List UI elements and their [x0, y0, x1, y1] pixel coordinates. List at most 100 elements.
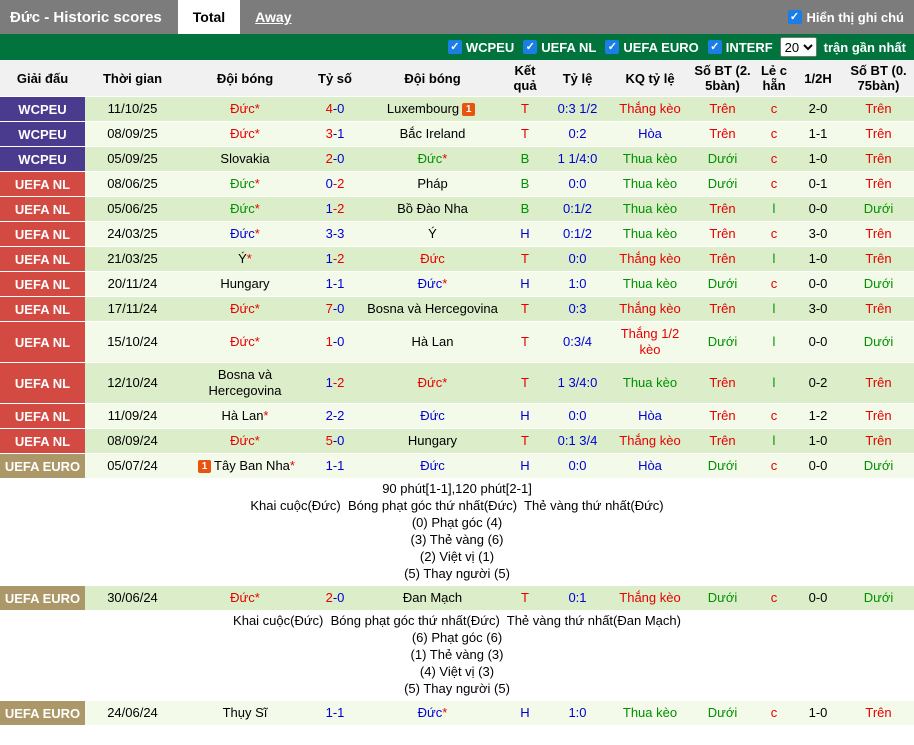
odd-even-value: c — [770, 458, 778, 473]
result-cell: T — [505, 121, 545, 147]
half-time-score-cell: 3-0 — [793, 221, 843, 247]
checkbox-checked-icon[interactable]: ✓ — [787, 10, 802, 24]
home-team-cell: Slovakia — [180, 146, 310, 172]
home-advantage-star: * — [254, 301, 260, 316]
tab-total[interactable]: Total — [177, 0, 241, 34]
over-under-075-cell: Trên — [843, 221, 914, 247]
odd-even-value: c — [770, 226, 778, 241]
show-notes-checkbox[interactable]: ✓ Hiển thị ghi chú — [787, 0, 914, 34]
checkbox-checked-icon[interactable]: ✓ — [447, 40, 462, 54]
over-under-075-cell: Trên — [843, 121, 914, 147]
historic-scores-table: Giải đấu Thời gian Đội bóng Tỷ số Đội bó… — [0, 60, 914, 725]
match-date: 08/09/25 — [85, 121, 180, 147]
over-under-25-value: Dưới — [707, 334, 738, 349]
result-cell: H — [505, 700, 545, 725]
over-under-25-value: Trên — [709, 101, 736, 116]
odd-even-value: c — [770, 151, 778, 166]
odds-result-value: Thua kèo — [622, 151, 678, 166]
half-time-score-cell: 1-0 — [793, 146, 843, 172]
away-team-cell: Luxembourg 1 — [360, 96, 505, 122]
over-under-25-cell: Dưới — [690, 271, 755, 297]
team-name: Đức — [420, 408, 445, 423]
over-under-25-cell: Dưới — [690, 700, 755, 725]
result-cell: T — [505, 362, 545, 404]
team-name: Hà Lan — [411, 334, 454, 349]
odds-result-value: Hòa — [638, 458, 662, 473]
away-score: 1 — [337, 276, 345, 291]
odd-even-cell: c — [755, 221, 793, 247]
filter-uefa-nl[interactable]: ✓ UEFA NL — [523, 40, 596, 55]
home-advantage-star: * — [442, 276, 448, 291]
match-date: 21/03/25 — [85, 246, 180, 272]
odds-cell: 0:3 — [545, 296, 610, 322]
odds-result-cell: Thắng kèo — [610, 96, 690, 122]
recent-count-select[interactable]: 20 — [779, 37, 817, 57]
odds-result-value: Thua kèo — [622, 375, 678, 390]
over-under-075-value: Trên — [865, 375, 892, 390]
odds-result-value: Thắng kèo — [619, 251, 681, 266]
half-time-score-cell: 1-1 — [793, 121, 843, 147]
filter-label: UEFA EURO — [623, 39, 699, 55]
half-time-score-cell: 0-0 — [793, 321, 843, 363]
home-score: 1 — [325, 375, 333, 390]
filter-interf[interactable]: ✓ INTERF — [707, 40, 773, 55]
odds-value: 1:0 — [568, 705, 587, 720]
odds-cell: 0:3 1/2 — [545, 96, 610, 122]
col-score: Tỷ số — [310, 60, 360, 97]
note-line: (6) Phạt góc (6) — [411, 630, 503, 645]
note-line: (3) Thẻ vàng (6) — [410, 532, 504, 547]
home-score: 1 — [325, 705, 333, 720]
odd-even-value: c — [770, 276, 778, 291]
score-cell: 1-1 — [310, 453, 360, 478]
score-cell: 4-0 — [310, 96, 360, 122]
home-score: 3 — [325, 126, 333, 141]
filter-uefa-euro[interactable]: ✓ UEFA EURO — [605, 39, 699, 55]
home-score: 5 — [325, 433, 333, 448]
over-under-25-cell: Dưới — [690, 146, 755, 172]
result-letter: B — [520, 151, 530, 166]
result-letter: B — [520, 201, 530, 216]
result-letter: T — [521, 101, 529, 116]
odd-even-value: c — [770, 705, 778, 720]
away-score: 2 — [337, 201, 345, 216]
league-badge: UEFA NL — [0, 221, 85, 247]
half-time-score-cell: 2-0 — [793, 96, 843, 122]
home-advantage-star: * — [254, 201, 260, 216]
odds-result-cell: Thua kèo — [610, 362, 690, 404]
odds-value: 0:3/4 — [563, 334, 592, 349]
home-advantage-star: * — [254, 226, 260, 241]
over-under-25-value: Trên — [709, 251, 736, 266]
team-name: Hungary — [407, 433, 458, 448]
result-letter: T — [521, 334, 529, 349]
away-score: 2 — [337, 408, 345, 423]
odd-even-value: l — [772, 301, 776, 316]
match-row: WCPEU 11/10/25 Đức* 4-0 Luxembourg 1 T 0:3 1/2 T… — [0, 96, 914, 122]
result-cell: H — [505, 271, 545, 297]
odds-value: 0:0 — [568, 458, 587, 473]
odds-result-value: Thua kèo — [622, 226, 678, 241]
over-under-25-cell: Dưới — [690, 453, 755, 478]
odds-result-cell: Thắng kèo — [610, 296, 690, 322]
over-under-25-cell: Trên — [690, 246, 755, 272]
match-date: 05/09/25 — [85, 146, 180, 172]
odds-result-value: Thắng kèo — [619, 590, 681, 605]
show-notes-label: Hiển thị ghi chú — [806, 9, 905, 25]
col-half: 1/2H — [793, 60, 843, 97]
checkbox-checked-icon[interactable]: ✓ — [523, 40, 538, 54]
odds-cell: 0:0 — [545, 246, 610, 272]
over-under-25-cell: Dưới — [690, 585, 755, 610]
home-score: 2 — [325, 408, 333, 423]
filter-label: UEFA NL — [541, 39, 597, 55]
league-badge: UEFA NL — [0, 428, 85, 454]
home-team-cell: Đức* — [180, 196, 310, 222]
match-row: UEFA NL 05/06/25 Đức* 1-2 Bồ Đào Nha B 0:1/2 Th… — [0, 196, 914, 222]
checkbox-checked-icon[interactable]: ✓ — [707, 40, 722, 54]
odds-cell: 1:0 — [545, 700, 610, 725]
filter-wcpeu[interactable]: ✓ WCPEU — [447, 40, 514, 55]
team-name: Đan Mạch — [402, 590, 463, 605]
checkbox-checked-icon[interactable]: ✓ — [605, 40, 620, 54]
tab-away[interactable]: Away — [240, 0, 306, 34]
odd-even-cell: c — [755, 700, 793, 725]
over-under-25-cell: Trên — [690, 428, 755, 454]
odds-cell: 0:2 — [545, 121, 610, 147]
